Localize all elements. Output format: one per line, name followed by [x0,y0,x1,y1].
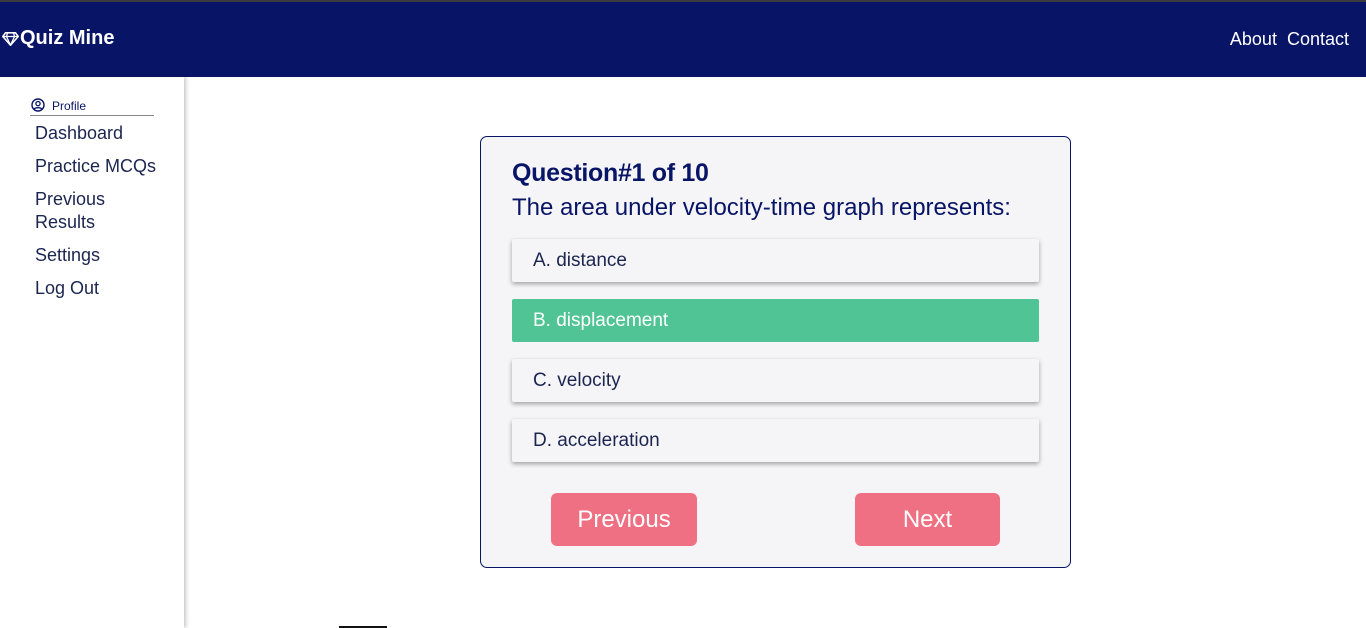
option-c[interactable]: C. velocity [512,359,1039,402]
contact-link[interactable]: Contact [1287,29,1349,50]
next-button[interactable]: Next [855,493,1000,546]
question-text: The area under velocity-time graph repre… [512,194,1011,221]
brand-name: Quiz Mine [20,27,115,49]
profile-label: Profile [52,99,87,113]
sidebar-item-log-out[interactable]: Log Out [35,277,165,300]
question-card: Question#1 of 10 The area under velocity… [480,136,1071,568]
sidebar-item-dashboard[interactable]: Dashboard [35,122,165,145]
user-circle-icon [30,97,52,115]
top-navbar: Quiz Mine About Contact [0,2,1366,77]
brand-logo[interactable]: Quiz Mine [2,27,114,50]
sidebar-item-practice-mcqs[interactable]: Practice MCQs [35,155,165,178]
about-link[interactable]: About [1230,29,1277,50]
sidebar-item-previous-results[interactable]: Previous Results [35,188,165,234]
option-b-selected[interactable]: B. displacement [512,299,1039,342]
option-d[interactable]: D. acceleration [512,419,1039,462]
sidebar: Profile Dashboard Practice MCQs Previous… [0,77,184,628]
diamond-icon [2,31,20,46]
sidebar-profile[interactable]: Profile [30,97,154,116]
question-number-title: Question#1 of 10 [512,159,709,187]
sidebar-menu: Dashboard Practice MCQs Previous Results… [35,122,165,310]
previous-button[interactable]: Previous [551,493,697,546]
sidebar-item-settings[interactable]: Settings [35,244,165,267]
top-nav-links: About Contact [1230,29,1349,50]
option-a[interactable]: A. distance [512,239,1039,282]
